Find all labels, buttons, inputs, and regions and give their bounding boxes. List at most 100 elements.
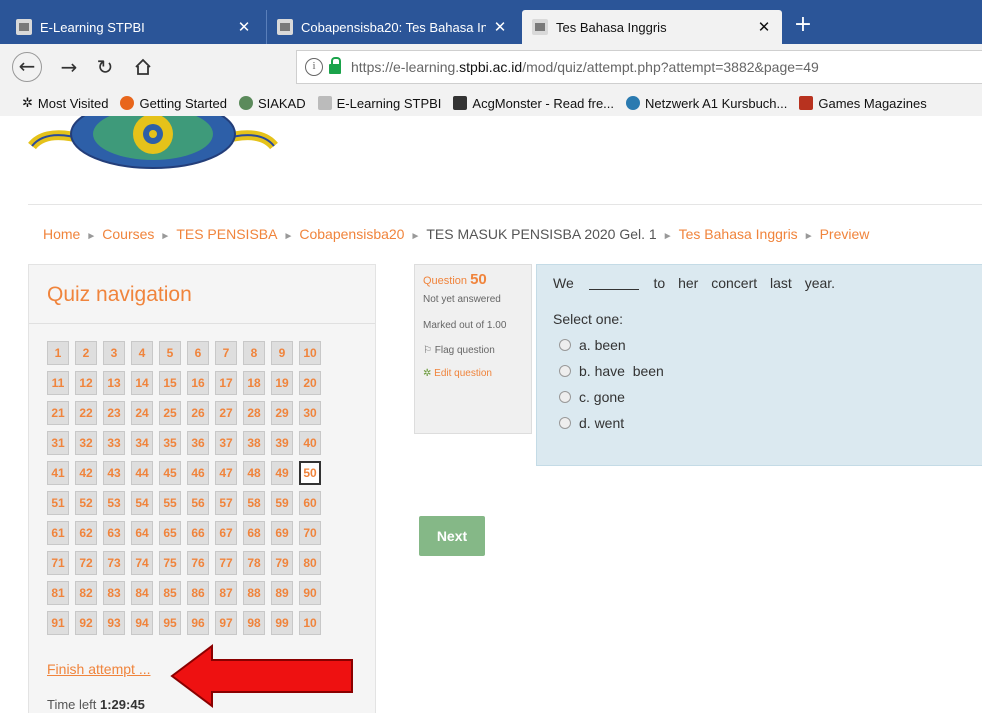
question-nav-button[interactable]: 57	[215, 491, 237, 515]
breadcrumb-course[interactable]: Cobapensisba20	[299, 226, 404, 242]
address-bar[interactable]: i https://e-learning. stpbi.ac.id/mod/qui…	[296, 50, 982, 84]
question-nav-button[interactable]: 41	[47, 461, 69, 485]
question-nav-button[interactable]: 6	[187, 341, 209, 365]
home-button[interactable]	[128, 52, 158, 82]
question-nav-button[interactable]: 35	[159, 431, 181, 455]
question-nav-button[interactable]: 64	[131, 521, 153, 545]
answer-option-b[interactable]: b. have been	[553, 363, 966, 379]
question-nav-button[interactable]: 10	[299, 341, 321, 365]
question-nav-button[interactable]: 10	[299, 611, 321, 635]
close-icon[interactable]: ✕	[756, 18, 772, 36]
question-nav-button[interactable]: 17	[215, 371, 237, 395]
question-nav-button[interactable]: 63	[103, 521, 125, 545]
question-nav-button[interactable]: 92	[75, 611, 97, 635]
question-nav-button[interactable]: 21	[47, 401, 69, 425]
question-nav-button[interactable]: 65	[159, 521, 181, 545]
question-nav-button[interactable]: 51	[47, 491, 69, 515]
radio-button[interactable]	[559, 417, 571, 429]
question-nav-button[interactable]: 60	[299, 491, 321, 515]
breadcrumb-courses[interactable]: Courses	[102, 226, 154, 242]
question-nav-button[interactable]: 55	[159, 491, 181, 515]
edit-question-link[interactable]: ✲ Edit question	[423, 368, 523, 379]
finish-attempt-link[interactable]: Finish attempt ...	[47, 661, 150, 677]
question-nav-button[interactable]: 44	[131, 461, 153, 485]
breadcrumb-quiz[interactable]: Tes Bahasa Inggris	[679, 226, 798, 242]
question-nav-button[interactable]: 68	[243, 521, 265, 545]
bookmark-elearning[interactable]: E-Learning STPBI	[317, 96, 441, 111]
breadcrumb-category[interactable]: TES PENSISBA	[176, 226, 277, 242]
question-nav-button[interactable]: 50	[299, 461, 321, 485]
question-nav-button[interactable]: 43	[103, 461, 125, 485]
question-nav-button[interactable]: 77	[215, 551, 237, 575]
question-nav-button[interactable]: 13	[103, 371, 125, 395]
answer-option-c[interactable]: c. gone	[553, 389, 966, 405]
question-nav-button[interactable]: 53	[103, 491, 125, 515]
breadcrumb-home[interactable]: Home	[43, 226, 80, 242]
question-nav-button[interactable]: 12	[75, 371, 97, 395]
question-nav-button[interactable]: 8	[243, 341, 265, 365]
question-nav-button[interactable]: 38	[243, 431, 265, 455]
bookmark-siakad[interactable]: SIAKAD	[238, 96, 306, 111]
bookmark-getting-started[interactable]: Getting Started	[120, 96, 227, 111]
question-nav-button[interactable]: 18	[243, 371, 265, 395]
question-nav-button[interactable]: 25	[159, 401, 181, 425]
question-nav-button[interactable]: 15	[159, 371, 181, 395]
question-nav-button[interactable]: 58	[243, 491, 265, 515]
question-nav-button[interactable]: 66	[187, 521, 209, 545]
question-nav-button[interactable]: 9	[271, 341, 293, 365]
tab-tes-bahasa-inggris[interactable]: Tes Bahasa Inggris ✕	[522, 10, 782, 44]
question-nav-button[interactable]: 24	[131, 401, 153, 425]
bookmark-netzwerk[interactable]: Netzwerk A1 Kursbuch...	[626, 96, 787, 111]
question-nav-button[interactable]: 7	[215, 341, 237, 365]
question-nav-button[interactable]: 88	[243, 581, 265, 605]
question-nav-button[interactable]: 19	[271, 371, 293, 395]
question-nav-button[interactable]: 14	[131, 371, 153, 395]
question-nav-button[interactable]: 30	[299, 401, 321, 425]
site-logo[interactable]	[28, 116, 278, 182]
question-nav-button[interactable]: 74	[131, 551, 153, 575]
question-nav-button[interactable]: 46	[187, 461, 209, 485]
bookmark-acgmonster[interactable]: AcgMonster - Read fre...	[453, 96, 614, 111]
new-tab-button[interactable]: +	[788, 12, 818, 40]
question-nav-button[interactable]: 93	[103, 611, 125, 635]
question-nav-button[interactable]: 22	[75, 401, 97, 425]
question-nav-button[interactable]: 11	[47, 371, 69, 395]
question-nav-button[interactable]: 87	[215, 581, 237, 605]
question-nav-button[interactable]: 3	[103, 341, 125, 365]
close-icon[interactable]: ✕	[492, 18, 508, 36]
question-nav-button[interactable]: 84	[131, 581, 153, 605]
question-nav-button[interactable]: 37	[215, 431, 237, 455]
reload-button[interactable]: ↻	[90, 52, 120, 82]
back-button[interactable]: ←	[12, 52, 42, 82]
question-nav-button[interactable]: 29	[271, 401, 293, 425]
question-nav-button[interactable]: 20	[299, 371, 321, 395]
question-nav-button[interactable]: 49	[271, 461, 293, 485]
question-nav-button[interactable]: 98	[243, 611, 265, 635]
radio-button[interactable]	[559, 391, 571, 403]
question-nav-button[interactable]: 85	[159, 581, 181, 605]
question-nav-button[interactable]: 69	[271, 521, 293, 545]
question-nav-button[interactable]: 1	[47, 341, 69, 365]
question-nav-button[interactable]: 78	[243, 551, 265, 575]
question-nav-button[interactable]: 61	[47, 521, 69, 545]
question-nav-button[interactable]: 97	[215, 611, 237, 635]
question-nav-button[interactable]: 5	[159, 341, 181, 365]
question-nav-button[interactable]: 91	[47, 611, 69, 635]
question-nav-button[interactable]: 33	[103, 431, 125, 455]
question-nav-button[interactable]: 27	[215, 401, 237, 425]
question-nav-button[interactable]: 81	[47, 581, 69, 605]
answer-option-d[interactable]: d. went	[553, 415, 966, 431]
question-nav-button[interactable]: 34	[131, 431, 153, 455]
question-nav-button[interactable]: 89	[271, 581, 293, 605]
question-nav-button[interactable]: 70	[299, 521, 321, 545]
question-nav-button[interactable]: 36	[187, 431, 209, 455]
question-nav-button[interactable]: 72	[75, 551, 97, 575]
close-icon[interactable]: ✕	[236, 18, 252, 36]
question-nav-button[interactable]: 90	[299, 581, 321, 605]
question-nav-button[interactable]: 99	[271, 611, 293, 635]
answer-option-a[interactable]: a. been	[553, 337, 966, 353]
question-nav-button[interactable]: 16	[187, 371, 209, 395]
question-nav-button[interactable]: 56	[187, 491, 209, 515]
question-nav-button[interactable]: 31	[47, 431, 69, 455]
question-nav-button[interactable]: 52	[75, 491, 97, 515]
